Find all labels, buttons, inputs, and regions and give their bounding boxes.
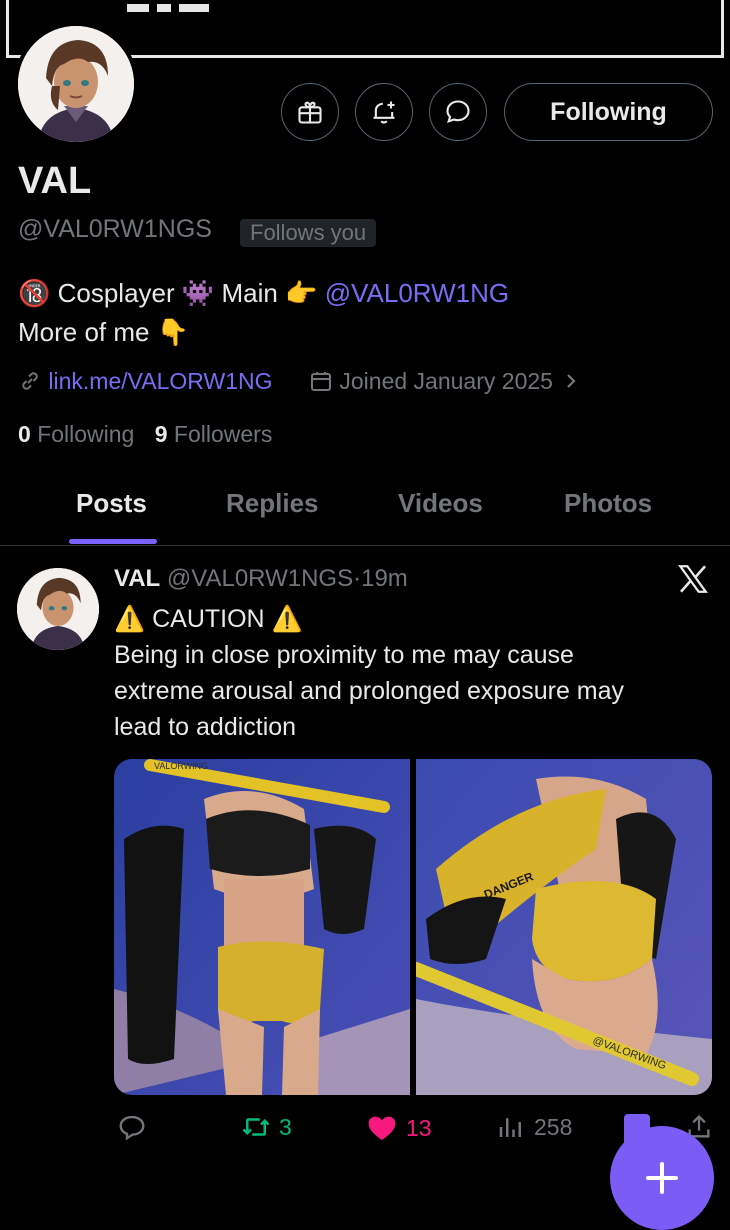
link-icon (22, 372, 38, 390)
views-icon (499, 1118, 521, 1137)
views-count: 258 (534, 1113, 573, 1140)
bio-line-1: 🔞 Cosplayer 👾 Main 👉 @VAL0RW1NG (18, 278, 509, 309)
gift-button[interactable] (281, 83, 339, 141)
tabs-divider (0, 545, 730, 546)
reply-icon (119, 1115, 145, 1141)
follows-you-badge: Follows you (240, 219, 377, 247)
space-invader-icon: 👾 (181, 278, 215, 308)
views-button[interactable]: 258 (496, 1112, 572, 1142)
message-button[interactable] (429, 83, 487, 141)
x-logo-icon (676, 562, 710, 601)
pointing-down-icon: 👇 (156, 317, 190, 347)
heart-icon (368, 1116, 396, 1140)
profile-avatar[interactable] (14, 22, 138, 146)
post-image-1[interactable]: VALORWING (114, 759, 410, 1095)
active-tab-indicator (69, 539, 157, 544)
no-under-18-icon: 🔞 (18, 278, 51, 308)
warning-icon: ⚠️ (271, 605, 303, 633)
tab-videos[interactable]: Videos (398, 488, 483, 519)
following-button[interactable]: Following (504, 83, 713, 141)
bio-mention-link[interactable]: @VAL0RW1NG (325, 278, 509, 308)
image1-watermark: VALORWING (154, 761, 208, 771)
bio-more-of-me: More of me (18, 317, 150, 347)
followers-label: Followers (173, 421, 273, 447)
like-button[interactable]: 13 (366, 1112, 432, 1144)
joined-text: Joined January 2025 (339, 368, 553, 394)
calendar-icon (311, 372, 331, 391)
pointing-right-icon: 👉 (285, 278, 318, 308)
bio-cosplayer: Cosplayer (57, 278, 175, 308)
plus-icon (646, 1162, 678, 1194)
profile-link[interactable]: link.me/VALORW1NG (18, 368, 272, 395)
followers-count-link[interactable]: 9 Followers (155, 421, 273, 447)
repost-count: 3 (279, 1113, 292, 1140)
post-author-name[interactable]: VAL (114, 565, 160, 592)
repost-icon (242, 1118, 270, 1136)
post-line-1: ⚠️ CAUTION ⚠️ (114, 601, 704, 637)
bell-plus-icon (373, 101, 395, 124)
post-line-4: lead to addiction (114, 713, 297, 741)
compose-post-button[interactable] (610, 1126, 714, 1230)
chevron-right-icon (567, 374, 576, 388)
follow-counts: 0 Following 9 Followers (18, 421, 272, 448)
joined-date[interactable]: Joined January 2025 (309, 368, 579, 395)
post-image-2[interactable]: DANGER @VALORWING (409, 759, 712, 1095)
post-media: VALORWING DANGER @VALORWING (114, 759, 712, 1095)
followers-count: 9 (154, 421, 168, 447)
notifications-button[interactable] (355, 83, 413, 141)
message-icon (446, 100, 470, 124)
like-count: 13 (406, 1114, 432, 1141)
post-caution: CAUTION (152, 605, 265, 633)
banner-artifact (127, 4, 211, 16)
reply-button[interactable] (117, 1112, 155, 1142)
warning-icon: ⚠️ (114, 605, 146, 633)
post-text: ⚠️ CAUTION ⚠️ Being in close proximity t… (114, 601, 704, 745)
post-time[interactable]: 19m (361, 565, 408, 592)
following-label: Following (37, 421, 135, 447)
post-author-avatar[interactable] (17, 568, 99, 650)
tab-posts[interactable]: Posts (76, 488, 147, 519)
following-count-link[interactable]: 0 Following (18, 421, 134, 447)
post-line-2: Being in close proximity to me may cause (114, 641, 574, 669)
repost-button[interactable]: 3 (241, 1112, 292, 1142)
post-line-3: extreme arousal and prolonged exposure m… (114, 677, 625, 705)
following-count: 0 (18, 421, 31, 447)
profile-handle: @VAL0RW1NGS (18, 215, 212, 243)
following-button-label: Following (550, 97, 667, 126)
tab-replies[interactable]: Replies (226, 488, 319, 519)
post-author-handle[interactable]: @VAL0RW1NGS (167, 565, 353, 592)
bio-line-2: More of me 👇 (18, 317, 189, 348)
gift-icon (298, 101, 322, 124)
bio-main: Main (221, 278, 278, 308)
profile-name: VAL (18, 160, 92, 202)
post-header: VAL @VAL0RW1NGS·19m (114, 565, 408, 592)
tab-photos[interactable]: Photos (564, 488, 652, 519)
profile-link-text[interactable]: link.me/VALORW1NG (48, 368, 272, 394)
